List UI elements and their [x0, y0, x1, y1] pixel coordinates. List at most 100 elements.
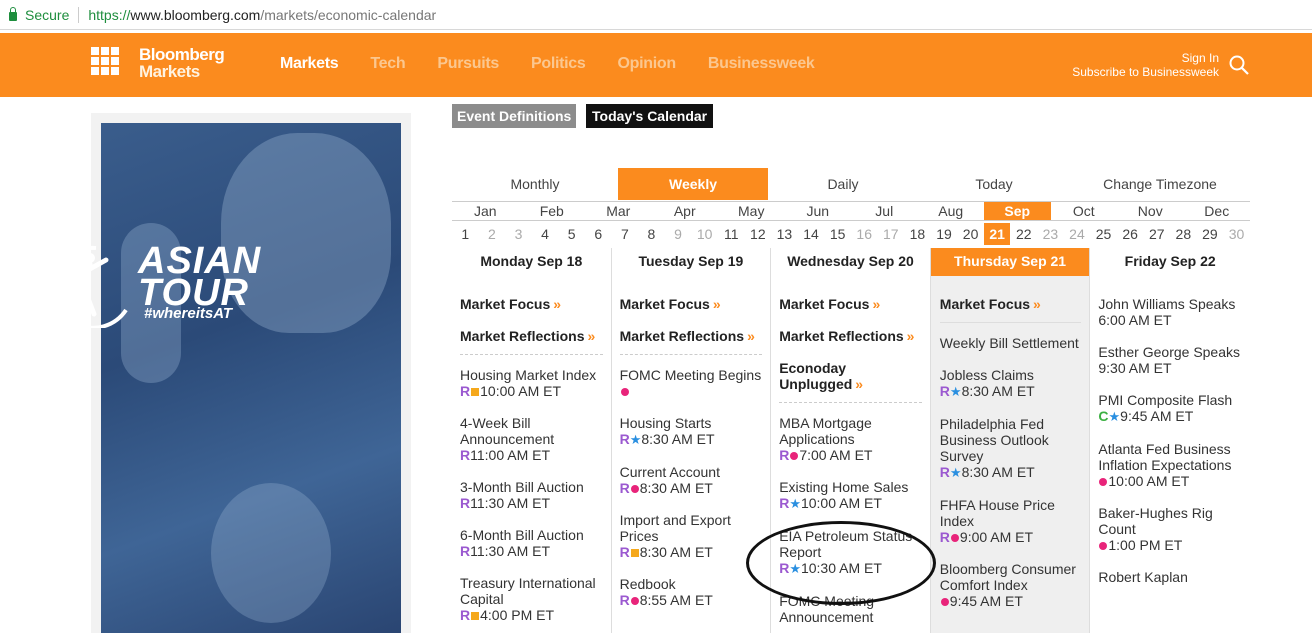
calendar-event[interactable]: Baker-Hughes Rig Count 1:00 PM ET	[1098, 505, 1242, 553]
url-protocol[interactable]: https://	[88, 7, 130, 23]
month-feb[interactable]: Feb	[519, 202, 586, 220]
month-aug[interactable]: Aug	[918, 202, 985, 220]
nav-link-tech[interactable]: Tech	[370, 55, 405, 73]
calendar-event[interactable]: Import and Export Prices R 8:30 AM ET	[620, 512, 763, 560]
day-27[interactable]: 27	[1143, 223, 1170, 245]
day-12[interactable]: 12	[745, 223, 772, 245]
day-30[interactable]: 30	[1223, 223, 1250, 245]
month-may[interactable]: May	[718, 202, 785, 220]
nav-link-markets[interactable]: Markets	[280, 55, 339, 73]
day-3[interactable]: 3	[505, 223, 532, 245]
market-focus-link[interactable]: Market Focus»	[940, 296, 1082, 312]
day-7[interactable]: 7	[612, 223, 639, 245]
day-19[interactable]: 19	[931, 223, 958, 245]
day-column-header[interactable]: Monday Sep 18	[452, 248, 611, 276]
calendar-event[interactable]: Redbook R 8:55 AM ET	[620, 576, 763, 608]
day-column-header[interactable]: Friday Sep 22	[1090, 248, 1250, 276]
month-mar[interactable]: Mar	[585, 202, 652, 220]
calendar-event[interactable]: 6-Month Bill Auction R11:30 AM ET	[460, 527, 603, 559]
day-11[interactable]: 11	[718, 223, 745, 245]
event-definitions-button[interactable]: Event Definitions	[452, 104, 577, 128]
tab-daily[interactable]: Daily	[768, 168, 918, 200]
calendar-event[interactable]: Jobless Claims R★8:30 AM ET	[940, 367, 1082, 400]
subscribe-link[interactable]: Subscribe to Businessweek	[1072, 65, 1219, 79]
day-23[interactable]: 23	[1037, 223, 1064, 245]
calendar-event[interactable]: Esther George Speaks 9:30 AM ET	[1098, 344, 1242, 376]
market-focus-link[interactable]: Market Focus»	[620, 296, 763, 312]
calendar-event[interactable]: 4-Week Bill Announcement R11:00 AM ET	[460, 415, 603, 463]
day-17[interactable]: 17	[878, 223, 905, 245]
market-focus-link[interactable]: Econoday Unplugged»	[779, 360, 922, 392]
calendar-event[interactable]: Atlanta Fed Business Inflation Expectati…	[1098, 441, 1242, 489]
market-focus-link[interactable]: Market Focus»	[460, 296, 603, 312]
day-22[interactable]: 22	[1010, 223, 1037, 245]
market-focus-link[interactable]: Market Reflections»	[460, 328, 603, 344]
month-jul[interactable]: Jul	[851, 202, 918, 220]
day-9[interactable]: 9	[665, 223, 692, 245]
month-jan[interactable]: Jan	[452, 202, 519, 220]
month-sep[interactable]: Sep	[984, 202, 1051, 220]
month-dec[interactable]: Dec	[1184, 202, 1251, 220]
nav-link-politics[interactable]: Politics	[531, 55, 586, 73]
tab-today[interactable]: Today	[918, 168, 1070, 200]
url-host[interactable]: www.bloomberg.com	[130, 7, 260, 23]
calendar-event[interactable]: Existing Home Sales R★10:00 AM ET	[779, 479, 922, 512]
month-nov[interactable]: Nov	[1117, 202, 1184, 220]
calendar-event[interactable]: John Williams Speaks 6:00 AM ET	[1098, 296, 1242, 328]
tab-monthly[interactable]: Monthly	[452, 168, 618, 200]
day-14[interactable]: 14	[798, 223, 825, 245]
day-6[interactable]: 6	[585, 223, 612, 245]
day-column-header[interactable]: Wednesday Sep 20	[771, 248, 930, 276]
calendar-event[interactable]: Housing Starts R★8:30 AM ET	[620, 415, 763, 448]
day-15[interactable]: 15	[824, 223, 851, 245]
sign-in-link[interactable]: Sign In	[1072, 51, 1219, 65]
day-column-header[interactable]: Thursday Sep 21	[930, 248, 1090, 276]
calendar-event[interactable]: Current Account R 8:30 AM ET	[620, 464, 763, 496]
day-20[interactable]: 20	[957, 223, 984, 245]
tab-change-timezone[interactable]: Change Timezone	[1070, 168, 1250, 200]
search-icon[interactable]	[1229, 55, 1249, 75]
day-4[interactable]: 4	[532, 223, 559, 245]
market-focus-link[interactable]: Market Focus»	[779, 296, 922, 312]
day-25[interactable]: 25	[1090, 223, 1117, 245]
day-10[interactable]: 10	[691, 223, 718, 245]
asian-tour-ad[interactable]	[101, 123, 401, 633]
calendar-event[interactable]: PMI Composite Flash C★9:45 AM ET	[1098, 392, 1242, 425]
nav-link-pursuits[interactable]: Pursuits	[437, 55, 499, 73]
calendar-event[interactable]: 3-Month Bill Auction R11:30 AM ET	[460, 479, 603, 511]
nav-link-opinion[interactable]: Opinion	[618, 55, 677, 73]
day-column-header[interactable]: Tuesday Sep 19	[612, 248, 771, 276]
day-2[interactable]: 2	[479, 223, 506, 245]
address-bar[interactable]: Secure https:// www.bloomberg.com /marke…	[0, 0, 1312, 30]
calendar-event[interactable]: Robert Kaplan	[1098, 569, 1242, 585]
day-26[interactable]: 26	[1117, 223, 1144, 245]
day-8[interactable]: 8	[638, 223, 665, 245]
market-focus-link[interactable]: Market Reflections»	[779, 328, 922, 344]
calendar-event[interactable]: Treasury International Capital R 4:00 PM E…	[460, 575, 603, 623]
brand-logo[interactable]: Bloomberg Markets	[139, 46, 225, 80]
day-5[interactable]: 5	[558, 223, 585, 245]
grid-menu-icon[interactable]	[91, 47, 119, 75]
day-24[interactable]: 24	[1064, 223, 1091, 245]
calendar-event[interactable]: Weekly Bill Settlement	[940, 335, 1082, 351]
url-path[interactable]: /markets/economic-calendar	[260, 7, 436, 23]
day-13[interactable]: 13	[771, 223, 798, 245]
day-28[interactable]: 28	[1170, 223, 1197, 245]
calendar-event[interactable]: Bloomberg Consumer Comfort Index 9:45 AM …	[940, 561, 1082, 609]
day-16[interactable]: 16	[851, 223, 878, 245]
day-1[interactable]: 1	[452, 223, 479, 245]
calendar-event[interactable]: Philadelphia Fed Business Outlook Survey…	[940, 416, 1082, 481]
market-focus-link[interactable]: Market Reflections»	[620, 328, 763, 344]
tab-weekly[interactable]: Weekly	[618, 168, 768, 200]
calendar-event[interactable]: Housing Market Index R 10:00 AM ET	[460, 367, 603, 399]
calendar-event[interactable]: FHFA House Price Index R 9:00 AM ET	[940, 497, 1082, 545]
calendar-event[interactable]: MBA Mortgage Applications R 7:00 AM ET	[779, 415, 922, 463]
todays-calendar-button[interactable]: Today's Calendar	[586, 104, 714, 128]
month-apr[interactable]: Apr	[652, 202, 719, 220]
day-18[interactable]: 18	[904, 223, 931, 245]
day-21[interactable]: 21	[983, 223, 1011, 245]
calendar-event[interactable]: FOMC Meeting Begins	[620, 367, 763, 399]
nav-link-businessweek[interactable]: Businessweek	[708, 55, 815, 73]
month-jun[interactable]: Jun	[785, 202, 852, 220]
day-29[interactable]: 29	[1197, 223, 1224, 245]
